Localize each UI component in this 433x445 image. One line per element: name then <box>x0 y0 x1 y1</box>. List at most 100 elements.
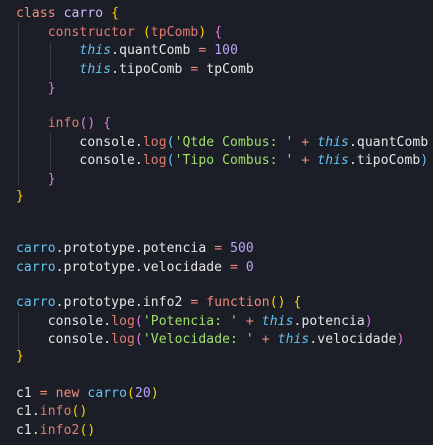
function-call-token: log <box>111 314 135 329</box>
code-line-11[interactable]: carro.prototype.potencia = 500 <box>16 239 254 258</box>
function-call-token: info2 <box>39 423 80 438</box>
method-name-token: info <box>47 116 80 131</box>
code-line-4[interactable]: this.tipoComb = tpComb <box>16 60 254 79</box>
code-line-12[interactable]: carro.prototype.velocidade = 0 <box>16 258 254 277</box>
identifier-token: c1 <box>16 423 32 438</box>
bracket-token: () <box>269 295 286 310</box>
bracket-token: () <box>71 404 88 419</box>
operator-token: = <box>214 241 223 256</box>
identifier-token: carro <box>16 295 56 310</box>
property-token: .potencia <box>293 314 365 329</box>
code-line-14[interactable]: console.log('Potencia: ' + this.potencia… <box>16 312 373 331</box>
code-line-8[interactable]: console.log('Tipo Combus: ' + this.tipoC… <box>16 151 428 170</box>
function-call-token: log <box>142 153 167 168</box>
this-token: this <box>317 153 349 168</box>
this-token: this <box>261 314 294 329</box>
property-token: .quantComb <box>111 43 191 58</box>
this-token: this <box>79 62 112 77</box>
operator-token: + <box>261 332 270 347</box>
keyword-token: function <box>206 295 270 310</box>
property-token: .quantComb <box>349 135 429 150</box>
bracket-token: () <box>79 423 96 438</box>
code-line-10[interactable]: } <box>16 187 24 206</box>
code-line-6[interactable]: info() { <box>16 114 111 133</box>
bracket-token: } <box>16 349 24 364</box>
number-token: 20 <box>134 386 151 401</box>
this-token: this <box>277 332 310 347</box>
identifier-token: c1 <box>16 404 32 419</box>
bracket-token: ( <box>166 153 175 168</box>
property-token: .tipoComb <box>349 153 421 168</box>
class-name-token: carro <box>63 6 104 21</box>
bracket-token: { <box>214 25 223 40</box>
identifier-token: console. <box>79 135 143 150</box>
keyword-token: class <box>16 6 56 21</box>
identifier-token: console. <box>47 314 112 329</box>
identifier-token: c1 <box>16 386 32 401</box>
bracket-token: ) <box>150 386 159 401</box>
code-line-3[interactable]: this.quantComb = 100 <box>16 41 238 60</box>
dot-token: . <box>31 404 40 419</box>
this-token: this <box>317 135 349 150</box>
class-name-token: carro <box>87 386 128 401</box>
identifier-token: carro <box>16 241 56 256</box>
bracket-token: () <box>79 116 96 131</box>
bracket-token: { <box>293 295 302 310</box>
property-token: .prototype.potencia <box>55 241 207 256</box>
operator-token: = <box>190 62 199 77</box>
method-name-token: constructor <box>47 25 135 40</box>
bracket-token: ) <box>198 25 207 40</box>
function-call-token: log <box>111 332 135 347</box>
operator-token: = <box>198 43 207 58</box>
property-token: .prototype.velocidade <box>55 260 223 275</box>
bracket-token: ( <box>127 386 135 401</box>
operator-token: + <box>301 153 310 168</box>
code-line-17[interactable]: c1 = new carro(20) <box>16 384 159 403</box>
bracket-token: ( <box>134 332 143 347</box>
property-token: .velocidade <box>309 332 397 347</box>
identifier-token: carro <box>16 260 56 275</box>
function-call-token: log <box>142 135 167 150</box>
code-line-13[interactable]: carro.prototype.info2 = function() { <box>16 293 301 312</box>
number-token: 500 <box>230 241 254 256</box>
operator-token: = <box>39 386 48 401</box>
code-line-1[interactable]: class carro { <box>16 4 119 23</box>
function-call-token: info <box>39 404 72 419</box>
operator-token: = <box>230 260 238 275</box>
property-token: .tipoComb <box>111 62 183 77</box>
code-line-7[interactable]: console.log('Qtde Combus: ' + this.quant… <box>16 133 428 152</box>
operator-token: = <box>190 295 199 310</box>
bracket-token: ( <box>166 135 175 150</box>
identifier-token: tpComb <box>206 62 254 77</box>
property-token: .prototype.info2 <box>55 295 183 310</box>
identifier-token: console. <box>47 332 112 347</box>
string-token: 'Tipo Combus: ' <box>174 153 294 168</box>
bracket-token: { <box>111 6 120 21</box>
operator-token: + <box>301 135 310 150</box>
bracket-token: } <box>47 81 56 96</box>
number-token: 100 <box>214 43 239 58</box>
dot-token: . <box>31 423 40 438</box>
identifier-token: console. <box>79 153 143 168</box>
code-line-2[interactable]: constructor (tpComb) { <box>16 23 222 42</box>
number-token: 0 <box>245 260 254 275</box>
code-line-16[interactable]: } <box>16 347 24 366</box>
keyword-token: new <box>55 386 80 401</box>
code-line-15[interactable]: console.log('Velocidade: ' + this.veloci… <box>16 330 405 349</box>
string-token: 'Velocidade: ' <box>142 332 254 347</box>
code-line-19[interactable]: c1.info2() <box>16 421 95 440</box>
code-line-5[interactable]: } <box>16 79 56 98</box>
bracket-token: ( <box>142 25 151 40</box>
bracket-token: ) <box>420 153 429 168</box>
bracket-token: } <box>16 189 24 204</box>
string-token: 'Potencia: ' <box>142 314 238 329</box>
code-editor[interactable]: class carro { constructor (tpComb) { thi… <box>0 0 433 445</box>
param-token: tpComb <box>150 25 199 40</box>
operator-token: + <box>245 314 254 329</box>
bracket-token: } <box>47 172 56 187</box>
bracket-token: ) <box>396 332 405 347</box>
this-token: this <box>79 43 112 58</box>
bracket-token: ) <box>364 314 373 329</box>
code-line-18[interactable]: c1.info() <box>16 402 87 421</box>
bracket-token: ( <box>134 314 143 329</box>
